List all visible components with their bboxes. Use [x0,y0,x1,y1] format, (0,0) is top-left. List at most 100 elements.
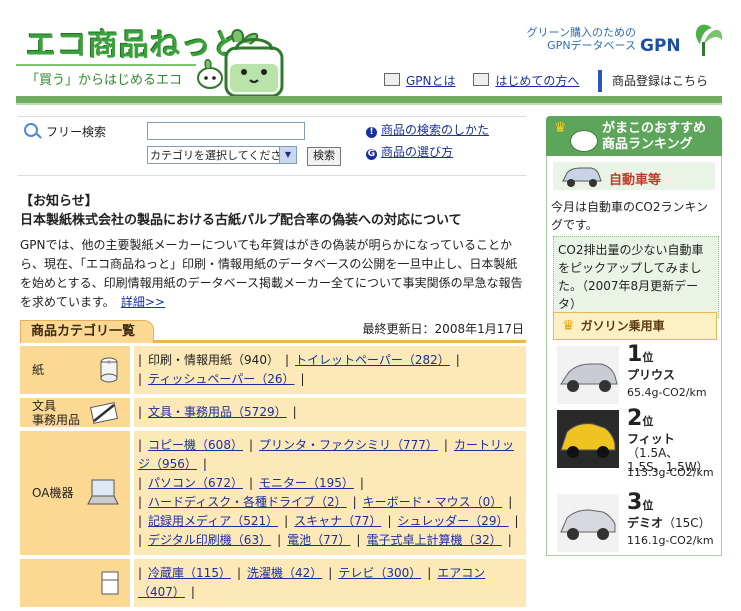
category-items: | 文具・事務用品（5729） | [134,398,526,427]
category-item-link[interactable]: 洗濯機（42） [247,566,322,580]
car-grade: （15C） [663,516,711,530]
nav-item-about[interactable]: GPNとは [384,72,456,89]
header-divider [16,96,722,103]
category-name: 紙 [32,363,45,377]
search-icon [24,123,38,137]
search-button[interactable]: 検索 [307,147,341,166]
rank-number: 3 [627,490,643,515]
category-item-link[interactable]: キーボード・マウス（0） [363,495,503,509]
category-item-link[interactable]: モニター（195） [259,476,354,490]
product-selection-link[interactable]: 商品の選び方 [381,145,453,159]
gpn-subtitle: グリーン購入のための GPNデータベース [506,26,636,52]
crown-icon: ♛ [554,120,567,136]
category-item-link[interactable]: 記録用メディア（521） [148,514,278,528]
ranking-category[interactable]: 自動車等 [553,162,715,190]
book-icon [384,73,400,86]
car-icon [562,167,602,187]
category-items: | 冷蔵庫（115） | 洗濯機（42） | テレビ（300） | エアコン（407） | [134,559,526,607]
ranking-subhead: ♛ ガソリン乗用車 [553,312,717,340]
mascot-bag-icon [197,29,284,98]
car-name: プリウス [627,368,676,382]
ranking-category-name: 自動車等 [609,173,662,188]
co2-value: 113.3g-CO2/km [627,466,714,479]
ranking-header: ♛ がまこのおすすめ 商品ランキング [546,116,722,156]
category-name-line2: 事務用品 [32,412,81,427]
car-photo-3 [557,494,619,552]
ranking-entry[interactable]: 3位 デミオ（15C） 116.1g-CO2/km [553,490,717,562]
category-item-link[interactable]: コピー機（608） [148,438,243,452]
category-item-link[interactable]: 電池（77） [287,533,350,547]
ranking-subhead-label: ガソリン乗用車 [580,319,665,333]
laptop-icon [87,479,119,505]
category-item-link[interactable]: テレビ（300） [338,566,421,580]
category-item-link[interactable]: 文具・事務用品（5729） [148,405,287,419]
fridge-icon [101,571,119,595]
category-item-link[interactable]: ハードディスク・各種ドライブ（2） [148,495,347,509]
rank-suffix: 位 [642,415,654,428]
crown-icon: ♛ [562,318,575,334]
category-item-link[interactable]: 電子式卓上計算機（32） [366,533,501,547]
category-row-oa: OA機器 | コピー機（608） | プリンタ・ファクシミリ（777） | カートリッジ（… [20,431,526,559]
book-icon [473,73,490,86]
car-name-text: デミオ [627,516,664,530]
nav-item-beginners[interactable]: はじめての方へ [473,72,579,89]
category-item-link[interactable]: パソコン（672） [148,476,243,490]
ranking-entry[interactable]: 1位 プリウス 65.4g-CO2/km [553,342,717,414]
category-name: 文具 事務用品 [32,399,80,427]
notice-body-text: GPNでは、他の主要製紙メーカーについても年賀はがきの偽装が明らかになっているこ… [20,238,523,309]
car-grade: （1.5A、 [627,446,679,460]
category-name-line1: 文具 [32,398,57,413]
nav-link-beginners[interactable]: はじめての方へ [495,74,579,88]
category-item-link[interactable]: ティッシュペーパー（26） [148,372,294,386]
leaf-logo-icon [695,24,723,56]
ranking-panel: ♛ がまこのおすすめ 商品ランキング 自動車等 今月は自動車のCO2ランキングです… [546,116,722,556]
search-panel: フリー検索 カテゴリを選択してください ▼ 検索 ! 商品の検索のしかた G 商品の… [18,116,526,176]
search-label: フリー検索 [46,125,107,139]
category-item-link[interactable]: スキャナ（77） [294,514,381,528]
rank-position: 3位 [627,490,653,515]
car-name-text: フィット [627,432,675,446]
gpn-subtitle-line1: グリーン購入のための [526,26,636,39]
guide-icon: G [366,149,377,160]
category-item[interactable]: 印刷・情報用紙（940） [148,353,279,367]
category-title: 商品カテゴリ一覧 [20,320,155,343]
category-label-cell: 紙 [20,346,130,394]
gpn-logo[interactable]: GPN [640,36,681,56]
site-tagline: 「買う」からはじめるエコ [26,73,183,88]
rank-position: 2位 [627,406,653,431]
search-howto-link[interactable]: 商品の検索のしかた [381,123,489,137]
car-photo-2 [557,410,619,468]
gpn-subtitle-line2: GPNデータベース [547,39,636,52]
category-select[interactable]: カテゴリを選択してください ▼ [147,146,297,164]
search-help-links: ! 商品の検索のしかた G 商品の選び方 [366,119,489,163]
ranking-body: 自動車等 今月は自動車のCO2ランキングです。 CO2排出量の少ない自動車をピッ… [546,156,722,556]
category-item-link[interactable]: シュレッダー（29） [398,514,509,528]
nav-link-about[interactable]: GPNとは [406,74,456,88]
category-table: 紙 | 印刷・情報用紙（940） | トイレットペーパー（282） | | ティッシュペー… [20,346,526,611]
category-items: | 印刷・情報用紙（940） | トイレットペーパー（282） | | ティッシュペーパー… [134,346,526,394]
ranking-title-line2: 商品ランキング [602,137,693,152]
ranking-title-line1: がまこのおすすめ [602,121,707,136]
site-header: エコ商品ねっと 「買う」からはじめるエコ グリーン購入のための GPNデータベー… [0,0,741,110]
ranking-entry[interactable]: 2位 フィット（1.5A、 1.5S、1.5W） 113.3g-CO2/km [553,406,717,490]
rank-suffix: 位 [642,499,654,512]
category-item-link[interactable]: デジタル印刷機（63） [148,533,271,547]
category-item-link[interactable]: プリンタ・ファクシミリ（777） [259,438,438,452]
category-label-cell [20,559,130,607]
co2-value: 116.1g-CO2/km [627,534,714,547]
header-divider-shadow [16,103,722,105]
notice-title: 日本製紙株式会社の製品における古紙パルプ配合率の偽装への対応について [20,213,462,228]
category-item-link[interactable]: 冷蔵庫（115） [148,566,231,580]
notice-more-link[interactable]: 詳細>> [121,295,165,309]
chevron-down-icon[interactable]: ▼ [279,147,296,163]
category-row-paper: 紙 | 印刷・情報用紙（940） | トイレットペーパー（282） | | ティッシュペー… [20,346,526,398]
register-product-button[interactable]: 商品登録はこちら [598,70,716,92]
ranking-intro: 今月は自動車のCO2ランキングです。 [551,200,709,232]
category-row-appliances: | 冷蔵庫（115） | 洗濯機（42） | テレビ（300） | エアコン（407） | [20,559,526,611]
pen-notebook-icon [90,401,118,424]
notice-body: GPNでは、他の主要製紙メーカーについても年賀はがきの偽装が明らかになっているこ… [20,236,524,312]
search-input[interactable] [147,122,305,140]
car-name: デミオ（15C） [627,516,711,530]
ranking-title: がまこのおすすめ 商品ランキング [602,121,706,153]
category-item-link[interactable]: トイレットペーパー（282） [295,353,450,367]
